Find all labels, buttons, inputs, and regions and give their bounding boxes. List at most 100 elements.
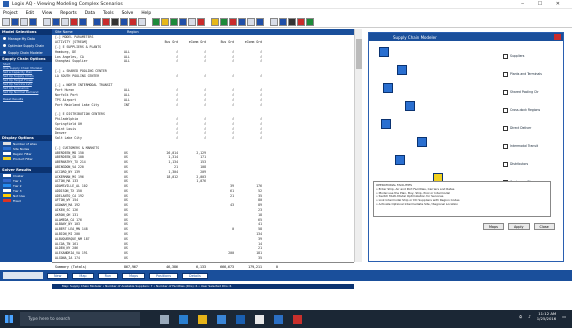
intermodal-node-icon[interactable] [417, 137, 427, 147]
scenario-icon[interactable] [211, 18, 219, 26]
cut-icon[interactable] [43, 18, 51, 26]
column-header-site[interactable]: Site Name [52, 30, 124, 34]
filter-icon[interactable] [129, 18, 137, 26]
positions-button[interactable]: Positions [149, 272, 178, 279]
save-icon[interactable] [20, 18, 28, 26]
sidebar-link-reset[interactable]: Reset Results [0, 97, 52, 101]
bar-chart-icon[interactable] [161, 18, 169, 26]
close-icon[interactable] [554, 34, 561, 40]
app-icon[interactable] [236, 314, 245, 324]
word-icon[interactable] [274, 314, 283, 324]
maps-button[interactable]: Maps [483, 223, 504, 230]
checkbox-icon[interactable] [503, 71, 508, 77]
menu-project[interactable]: Project [3, 11, 18, 16]
mail-icon[interactable] [255, 314, 264, 324]
zoom-icon[interactable] [247, 18, 255, 26]
supplier-node-icon[interactable] [379, 47, 389, 57]
step-item[interactable]: Shared Pooling Ctr [503, 83, 542, 101]
vertical-scrollbar[interactable] [354, 29, 362, 262]
menu-data[interactable]: Data [85, 11, 95, 16]
step-item[interactable]: Intermodal Transit [503, 137, 542, 155]
compare-icon[interactable] [220, 18, 228, 26]
menu-reports[interactable]: Reports [60, 11, 76, 16]
new-button[interactable]: New [47, 272, 69, 279]
logix-taskbar-icon[interactable] [293, 314, 302, 324]
distributor-node-icon[interactable] [395, 155, 405, 165]
notification-icon[interactable]: ▭ [562, 314, 566, 319]
legend-item[interactable]: Fixed [0, 198, 52, 203]
file-explorer-icon[interactable] [198, 314, 207, 324]
volume-icon[interactable]: ♪ [528, 314, 531, 319]
column-header-region[interactable]: Region [124, 30, 150, 34]
cascade-icon[interactable] [288, 18, 296, 26]
pooling-node-icon[interactable] [383, 83, 393, 93]
window-controls[interactable]: ‒ ☐ ✕ [521, 1, 566, 7]
legend-swatch [3, 157, 11, 160]
grid-icon[interactable] [93, 18, 101, 26]
checkbox-icon[interactable] [503, 89, 508, 95]
open-icon[interactable] [11, 18, 19, 26]
sort-icon[interactable] [138, 18, 146, 26]
map-button[interactable]: Map [72, 272, 94, 279]
table-row[interactable]: ALGONA_IA 174 US 35 [52, 256, 354, 261]
new-icon[interactable] [2, 18, 10, 26]
window-icon[interactable] [270, 18, 278, 26]
clock[interactable]: 11:12 AM 1/25/2016 [537, 311, 556, 321]
table-cell: US [124, 174, 128, 179]
help-icon[interactable] [297, 18, 305, 26]
print-icon[interactable] [29, 18, 37, 26]
menu-solve[interactable]: Solve [122, 11, 134, 16]
paste-icon[interactable] [61, 18, 69, 26]
network-icon[interactable]: ⛭ [519, 314, 522, 319]
settings-icon[interactable] [188, 18, 196, 26]
report-icon[interactable] [179, 18, 187, 26]
maps-button[interactable]: Maps [122, 272, 146, 279]
export-icon[interactable] [229, 18, 237, 26]
task-view-icon[interactable] [160, 314, 169, 324]
run-button[interactable]: Run [97, 272, 119, 279]
windows-start-icon[interactable] [2, 312, 16, 326]
menu-tools[interactable]: Tools [103, 11, 114, 16]
store-icon[interactable] [217, 314, 226, 324]
step-item[interactable]: Distributors [503, 155, 542, 173]
stop-icon[interactable] [197, 18, 205, 26]
checkbox-icon[interactable] [503, 107, 508, 113]
table-icon[interactable] [111, 18, 119, 26]
undo-icon[interactable] [79, 18, 87, 26]
edge-browser-icon[interactable] [179, 314, 188, 324]
direct-node-icon[interactable] [381, 119, 391, 129]
checkbox-icon[interactable] [503, 53, 508, 59]
menu-help[interactable]: Help [141, 11, 151, 16]
sidebar-item-modeler[interactable]: Supply Chain Modeler [0, 49, 52, 56]
apply-button[interactable]: Apply [507, 223, 530, 230]
menu-edit[interactable]: Edit [26, 11, 34, 16]
copy-icon[interactable] [52, 18, 60, 26]
legend-item[interactable]: Product Filter [0, 156, 52, 161]
chart-icon[interactable] [102, 18, 110, 26]
checkbox-icon[interactable] [503, 143, 508, 149]
step-item[interactable]: Cross-dock Regions [503, 101, 542, 119]
map-icon[interactable] [120, 18, 128, 26]
checkbox-icon[interactable] [503, 125, 508, 131]
step-item[interactable]: Direct Deliver [503, 119, 542, 137]
sidebar-item-optimize[interactable]: Optimize Supply Chain [0, 42, 52, 49]
checkbox-icon[interactable] [503, 161, 508, 167]
run-icon[interactable] [152, 18, 160, 26]
details-button[interactable]: Details [181, 272, 208, 279]
sidebar-item-manage-data[interactable]: Manage My Data [0, 35, 52, 42]
step-item[interactable]: Suppliers [503, 47, 542, 65]
taskbar-search[interactable]: Type here to search [20, 312, 140, 326]
table-cell: ALCOA_TN 161 [55, 241, 79, 246]
menu-view[interactable]: View [42, 11, 52, 16]
tile-icon[interactable] [279, 18, 287, 26]
layers-icon[interactable] [256, 18, 264, 26]
plant-node-icon[interactable] [397, 65, 407, 75]
crossdock-node-icon[interactable] [405, 101, 415, 111]
pie-chart-icon[interactable] [170, 18, 178, 26]
info-icon[interactable] [306, 18, 314, 26]
step-item[interactable]: Plants and Terminals [503, 65, 542, 83]
close-button[interactable]: Close [533, 223, 555, 230]
sidebar-link[interactable]: Set Up Normal Demand [0, 90, 52, 94]
import-icon[interactable] [238, 18, 246, 26]
delete-icon[interactable] [70, 18, 78, 26]
